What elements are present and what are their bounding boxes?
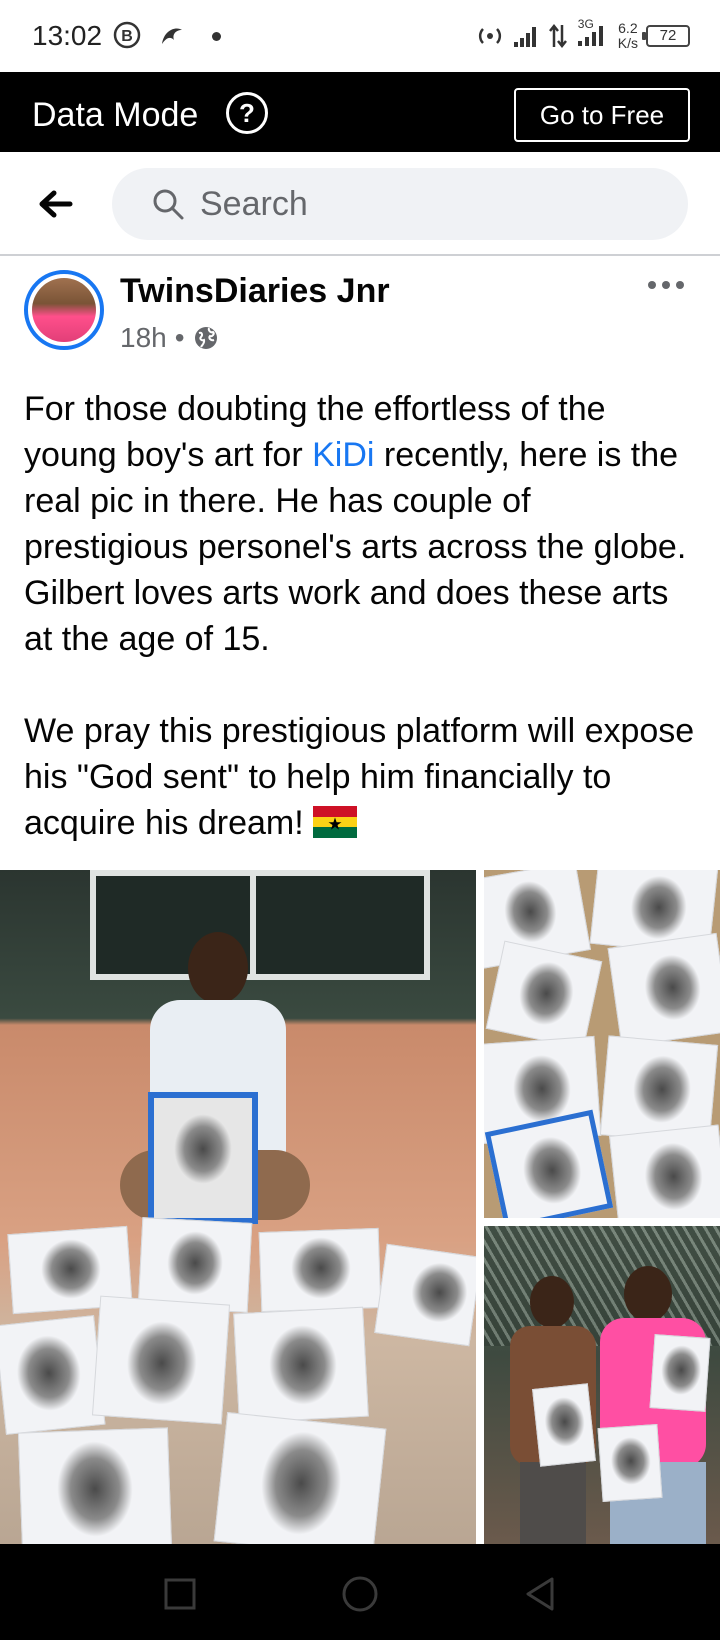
framed-drawing-shape [148, 1092, 258, 1224]
drawing-paper-shape [649, 1334, 711, 1412]
search-bar[interactable] [112, 168, 688, 240]
notification-dot-icon [212, 32, 221, 41]
signal-strength-icon [513, 27, 536, 47]
drawing-paper-shape [213, 1411, 387, 1544]
post-photo-3[interactable] [484, 1226, 720, 1544]
post-paragraph-2: We pray this prestigious platform will e… [24, 708, 700, 846]
drawing-paper-shape [258, 1227, 382, 1313]
boy-head-shape [188, 932, 248, 1004]
status-time: 13:02 [32, 20, 103, 51]
post-paragraph-1: For those doubting the effortless of the… [24, 386, 700, 662]
avatar-image [32, 278, 96, 342]
window-divider-shape [250, 870, 256, 980]
more-icon[interactable] [646, 270, 686, 300]
boy-1-shorts-shape [520, 1462, 586, 1544]
drawing-paper-shape [485, 940, 603, 1050]
drawing-paper-shape [233, 1306, 369, 1424]
post-author-name[interactable]: TwinsDiaries Jnr [120, 272, 390, 311]
post-photo-2[interactable] [484, 870, 720, 1218]
hotspot-icon [478, 28, 501, 44]
home-icon[interactable] [340, 1574, 380, 1614]
drawing-paper-shape [91, 1295, 231, 1425]
search-input[interactable] [200, 184, 640, 224]
back-nav-icon[interactable] [520, 1574, 560, 1614]
drawing-paper-shape [374, 1243, 476, 1347]
drawing-paper-shape [607, 932, 720, 1048]
post-text: For those doubting the effortless of the… [24, 386, 700, 846]
go-to-free-button[interactable]: Go to Free [514, 88, 690, 142]
signal-3g-group: 3G [576, 17, 610, 52]
net-speed: 6.2 K/s [618, 21, 638, 51]
data-mode-bar: Data Mode ? Go to Free [0, 72, 720, 152]
status-right-group: 3G 6.2 K/s 72 [476, 16, 690, 56]
search-icon [153, 189, 184, 220]
data-transfer-icon [548, 23, 567, 49]
post-paragraph-2-text: We pray this prestigious platform will e… [24, 712, 695, 842]
notification-b-icon: B [113, 21, 141, 49]
drawing-paper-shape [0, 1315, 106, 1435]
drawing-paper-shape [532, 1383, 596, 1467]
search-header [0, 152, 720, 256]
post-meta: 18h • [120, 322, 219, 354]
drawing-paper-shape [609, 1124, 720, 1218]
notification-app-icon [162, 28, 182, 44]
status-bar: 13:02 B 3G 6.2 K/s 72 [0, 0, 720, 72]
android-nav-bar [0, 1544, 720, 1640]
battery-icon: 72 [642, 25, 690, 47]
ghana-flag-icon [313, 806, 358, 838]
meta-separator: • [174, 322, 185, 353]
window-shape [90, 870, 430, 980]
avatar[interactable] [24, 270, 104, 350]
drawing-paper-shape [17, 1427, 173, 1544]
back-arrow-icon[interactable] [36, 184, 76, 224]
network-type-label: 3G [577, 16, 594, 31]
framed-portrait-shape [174, 1114, 232, 1184]
recent-apps-icon[interactable] [160, 1574, 200, 1614]
post-photo-1[interactable] [0, 870, 476, 1544]
globe-icon [194, 327, 217, 349]
net-speed-value: 6.2 [618, 20, 638, 36]
boy-2-head-shape [624, 1266, 672, 1322]
mention-link[interactable]: KiDi [312, 436, 374, 474]
help-icon[interactable]: ? [226, 92, 268, 134]
svg-text:B: B [121, 28, 133, 45]
drawing-paper-shape [597, 1423, 663, 1503]
data-mode-title: Data Mode [32, 96, 199, 134]
boy-1-head-shape [530, 1276, 574, 1328]
net-speed-unit: K/s [617, 35, 638, 51]
post-time[interactable]: 18h [120, 322, 167, 354]
